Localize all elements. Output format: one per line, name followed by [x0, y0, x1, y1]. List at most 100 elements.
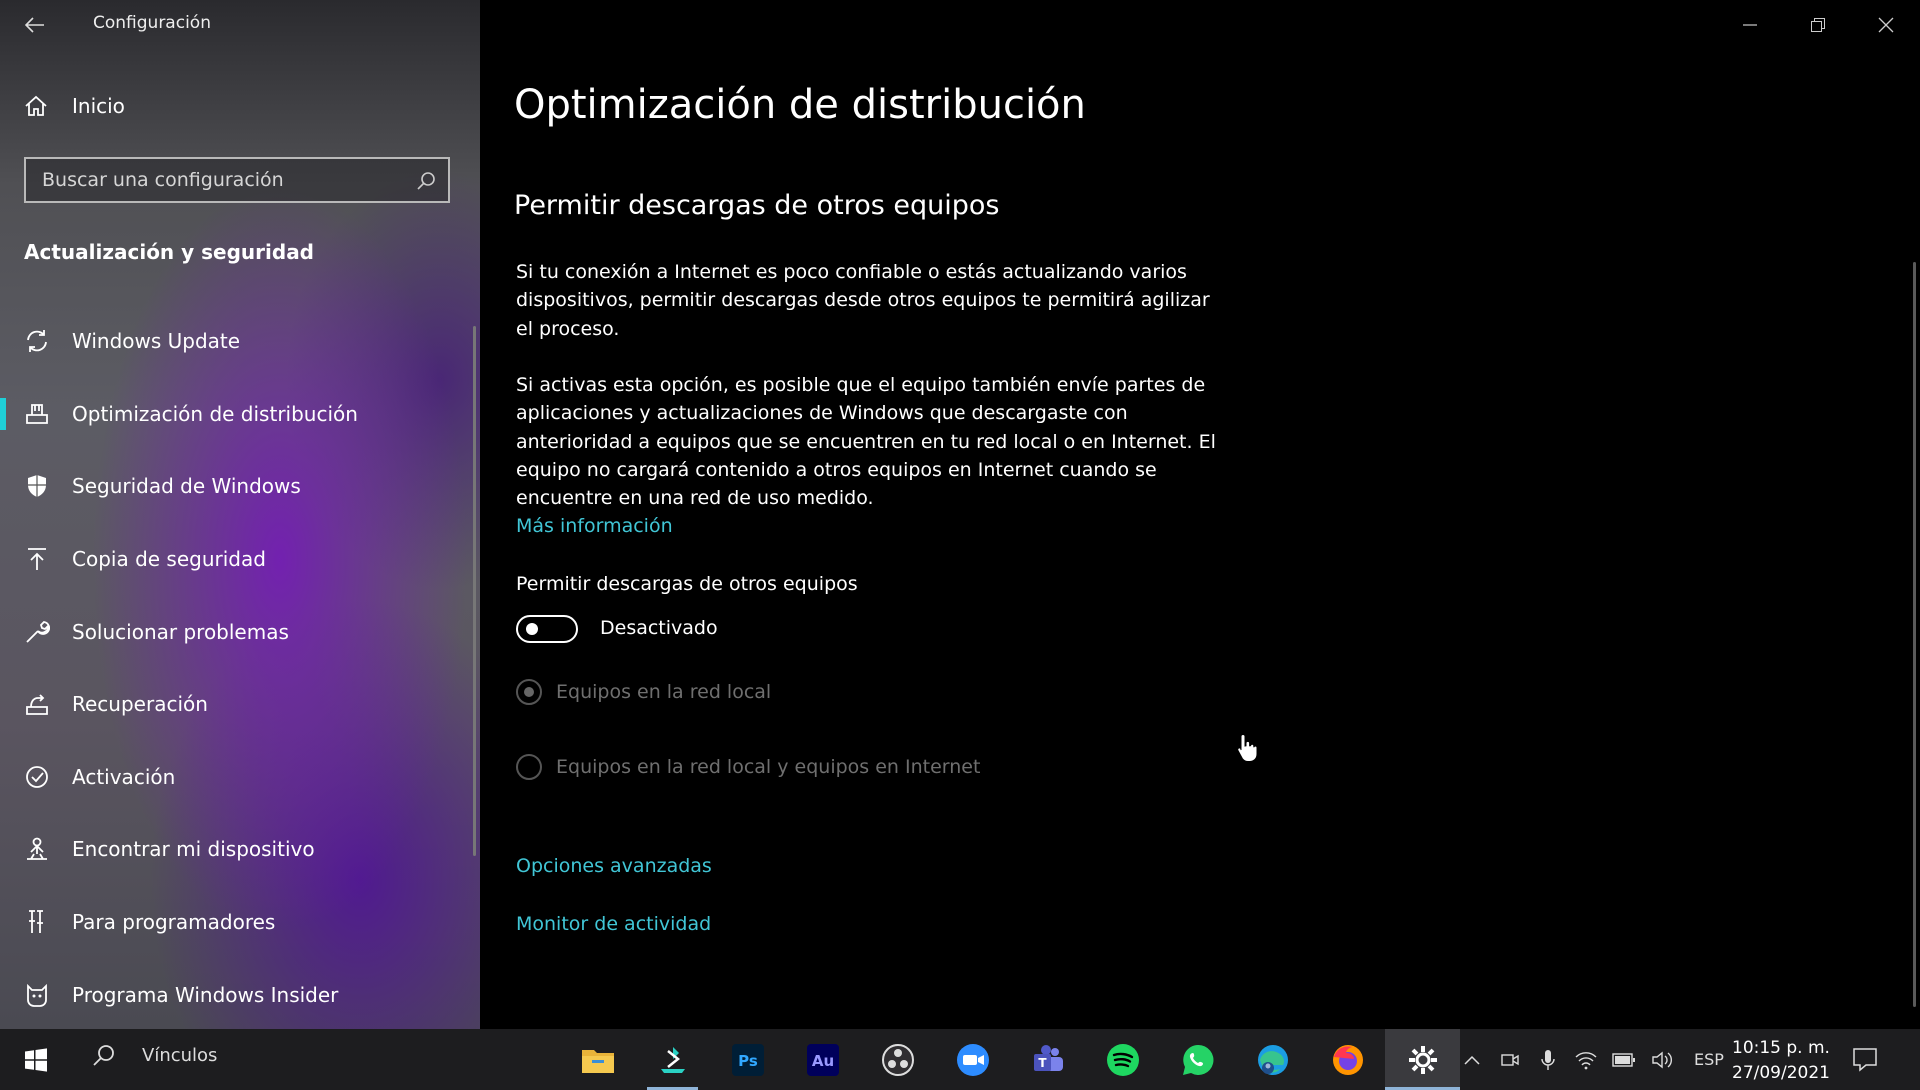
edge-icon: [1257, 1044, 1288, 1075]
taskbar-app-obs[interactable]: [860, 1029, 935, 1090]
sidebar-item-backup[interactable]: Copia de seguridad: [0, 523, 470, 596]
zoom-icon: [956, 1043, 989, 1076]
radio-button-selected[interactable]: [516, 679, 542, 705]
taskbar-app-spotify[interactable]: [1085, 1029, 1160, 1090]
volume-tray-button[interactable]: [1650, 1048, 1674, 1072]
search-icon[interactable]: [416, 171, 436, 191]
sidebar-item-label: Windows Update: [72, 329, 241, 354]
sidebar-item-label: Activación: [72, 764, 176, 789]
taskbar-app-audition[interactable]: Au: [785, 1029, 860, 1090]
back-button[interactable]: [18, 10, 52, 40]
recovery-icon: [24, 691, 50, 717]
sidebar-item-windows-security[interactable]: Seguridad de Windows: [0, 450, 470, 523]
taskbar-app-teams[interactable]: T: [1010, 1029, 1085, 1090]
radio-label: Equipos en la red local: [556, 681, 772, 703]
toggle-state-label: Desactivado: [600, 617, 718, 639]
sidebar-item-label: Recuperación: [72, 692, 208, 717]
close-icon: [1878, 17, 1894, 33]
sidebar-item-label: Programa Windows Insider: [72, 982, 339, 1007]
home-icon: [25, 95, 47, 116]
sidebar-item-find-device[interactable]: Encontrar mi dispositivo: [0, 813, 470, 886]
search-box[interactable]: [24, 157, 450, 203]
taskbar-app-edge[interactable]: [1235, 1029, 1310, 1090]
radio-button[interactable]: [516, 754, 542, 780]
sidebar-item-recovery[interactable]: Recuperación: [0, 668, 470, 741]
sidebar-item-label: Seguridad de Windows: [72, 474, 301, 499]
back-arrow-icon: [25, 17, 44, 33]
page-title: Optimización de distribución: [514, 82, 1086, 128]
sidebar: Configuración Inicio Actualización y seg…: [0, 0, 480, 1029]
clock-time: 10:15 p. m.: [1732, 1038, 1830, 1058]
minimize-button[interactable]: [1716, 0, 1784, 50]
activity-monitor-link[interactable]: Monitor de actividad: [516, 913, 711, 935]
home-link[interactable]: Inicio: [24, 94, 125, 118]
photoshop-icon: Ps: [731, 1043, 764, 1076]
sidebar-item-insider[interactable]: Programa Windows Insider: [0, 958, 470, 1029]
minimize-icon: [1743, 24, 1757, 26]
shield-icon: [24, 473, 50, 499]
taskbar-clock[interactable]: 10:15 p. m. 27/09/2021: [1732, 1036, 1830, 1086]
taskbar-app-file-explorer[interactable]: [560, 1029, 635, 1090]
taskbar-app-firefox[interactable]: [1310, 1029, 1385, 1090]
microphone-tray-button[interactable]: [1536, 1048, 1560, 1072]
clock-date: 27/09/2021: [1732, 1063, 1830, 1083]
notification-center-button[interactable]: [1852, 1046, 1878, 1076]
person-location-icon: [24, 836, 50, 862]
sidebar-item-label: Para programadores: [72, 910, 276, 935]
camera-tray-button[interactable]: [1498, 1048, 1522, 1072]
refresh-icon: [24, 328, 50, 354]
sidebar-item-developers[interactable]: Para programadores: [0, 886, 470, 959]
sidebar-item-activation[interactable]: Activación: [0, 741, 470, 814]
teams-icon: T: [1033, 1044, 1063, 1071]
radio-local-network[interactable]: Equipos en la red local: [516, 679, 771, 705]
taskbar-app-zoom[interactable]: [935, 1029, 1010, 1090]
advanced-options-link[interactable]: Opciones avanzadas: [516, 855, 712, 877]
svg-text:Ps: Ps: [738, 1052, 758, 1070]
search-icon: [93, 1045, 114, 1066]
show-hidden-icons-button[interactable]: [1460, 1048, 1484, 1072]
sidebar-item-delivery-optimization[interactable]: Optimización de distribución: [0, 378, 470, 451]
insider-cat-icon: [24, 982, 50, 1008]
delivery-optimization-icon: [24, 401, 50, 427]
taskbar-app-settings[interactable]: [1385, 1029, 1460, 1090]
spotify-icon: [1106, 1043, 1139, 1076]
restore-icon: [1811, 18, 1825, 32]
allow-downloads-toggle[interactable]: [516, 615, 578, 643]
section-subtitle: Permitir descargas de otros equipos: [514, 190, 1000, 221]
sidebar-item-troubleshoot[interactable]: Solucionar problemas: [0, 595, 470, 668]
network-tray-button[interactable]: [1574, 1048, 1598, 1072]
restore-button[interactable]: [1784, 0, 1852, 50]
notification-icon: [1853, 1048, 1877, 1072]
gear-icon: [1408, 1045, 1437, 1074]
battery-tray-button[interactable]: [1612, 1048, 1636, 1072]
main-content: Optimización de distribución Permitir de…: [480, 0, 1920, 1029]
title-bar: Configuración: [0, 0, 480, 50]
close-button[interactable]: [1852, 0, 1920, 50]
taskbar-app-whatsapp[interactable]: [1160, 1029, 1235, 1090]
window-controls: [1716, 0, 1920, 50]
firefox-icon: [1332, 1044, 1363, 1075]
wifi-icon: [1575, 1051, 1597, 1069]
start-button[interactable]: [12, 1041, 60, 1079]
radio-local-and-internet[interactable]: Equipos en la red local y equipos en Int…: [516, 754, 980, 780]
toggle-label: Permitir descargas de otros equipos: [516, 573, 858, 595]
more-info-link[interactable]: Más información: [516, 515, 673, 537]
language-indicator[interactable]: ESP: [1694, 1050, 1724, 1069]
hand-cursor-icon: [1237, 733, 1258, 762]
developer-tools-icon: [24, 909, 50, 935]
main-scrollbar[interactable]: [1913, 262, 1916, 1007]
obs-icon: [881, 1043, 914, 1076]
home-label: Inicio: [72, 94, 125, 118]
check-circle-icon: [24, 764, 50, 790]
svg-text:Au: Au: [811, 1052, 833, 1070]
taskbar-app-installer[interactable]: [635, 1029, 710, 1090]
toggle-knob: [526, 623, 538, 635]
sidebar-item-windows-update[interactable]: Windows Update: [0, 305, 470, 378]
section-title: Actualización y seguridad: [24, 240, 314, 264]
description-paragraph-2: Si activas esta opción, es posible que e…: [516, 374, 1216, 510]
taskbar-search[interactable]: Vínculos: [92, 1043, 217, 1067]
sidebar-scrollbar[interactable]: [473, 326, 476, 856]
taskbar-app-photoshop[interactable]: Ps: [710, 1029, 785, 1090]
search-input[interactable]: [26, 168, 414, 192]
folder-icon: [581, 1049, 614, 1073]
